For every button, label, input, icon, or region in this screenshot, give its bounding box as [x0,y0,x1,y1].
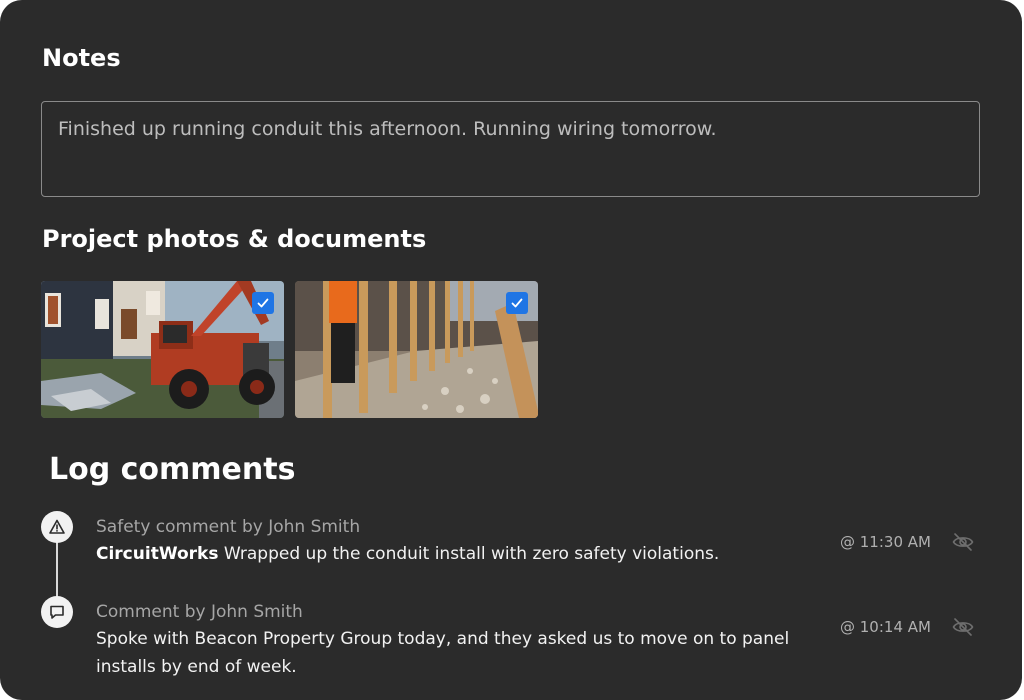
lift-photo-image [41,281,284,418]
comment-body: CircuitWorks Wrapped up the conduit inst… [96,540,841,568]
comment-meta: Safety comment by John Smith [96,517,361,537]
eye-off-icon[interactable] [951,615,975,639]
photo-thumbnail-framing[interactable] [295,281,538,418]
comment-text: Spoke with Beacon Property Group today, … [96,629,790,677]
framing-photo-image [295,281,538,418]
company-name: CircuitWorks [96,544,219,564]
photo-select-checkbox[interactable] [252,292,274,314]
photo-thumbnail-lift[interactable] [41,281,284,418]
notes-text: Finished up running conduit this afterno… [58,118,717,140]
photos-heading: Project photos & documents [42,225,427,253]
check-icon [511,298,523,308]
notes-heading: Notes [42,44,121,72]
comment-time: @ 11:30 AM [840,533,931,551]
warning-triangle-icon [41,511,73,543]
comment-time: @ 10:14 AM [840,618,931,636]
comment-text: Wrapped up the conduit install with zero… [223,544,720,564]
timeline-connector [56,540,58,604]
daily-log-card: Notes Finished up running conduit this a… [0,0,1022,700]
comment-body: Spoke with Beacon Property Group today, … [96,625,841,681]
eye-off-icon[interactable] [951,530,975,554]
comment-bubble-icon [41,596,73,628]
check-icon [257,298,269,308]
log-comments-heading: Log comments [49,452,296,487]
photo-select-checkbox[interactable] [506,292,528,314]
notes-textarea[interactable]: Finished up running conduit this afterno… [41,101,980,197]
comment-meta: Comment by John Smith [96,602,303,622]
